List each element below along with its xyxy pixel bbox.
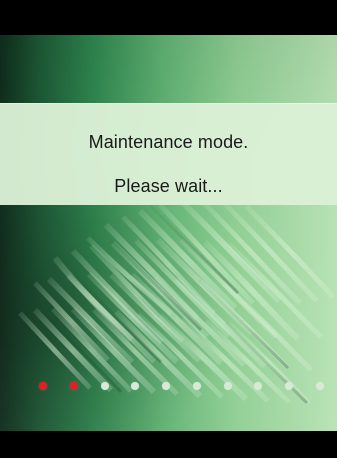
- leaf-pattern: [18, 198, 335, 405]
- progress-dot-inactive: [131, 382, 140, 390]
- progress-dot-active: [69, 382, 78, 390]
- progress-dot-inactive: [192, 382, 201, 390]
- green-wallpaper: [0, 35, 337, 431]
- bottom-black-bar: [0, 431, 337, 458]
- progress-dot-inactive: [162, 382, 171, 390]
- maintenance-message-line-2: Please wait...: [114, 175, 223, 196]
- progress-dot-inactive: [223, 382, 232, 390]
- maintenance-message-line-1: Maintenance mode.: [88, 131, 249, 152]
- leaf-streaks: [18, 198, 335, 405]
- progress-dot-inactive: [285, 382, 294, 390]
- progress-indicator: [39, 380, 324, 392]
- maintenance-screen: Maintenance mode. Please wait...: [0, 0, 337, 458]
- maintenance-message: Maintenance mode. Please wait...: [89, 109, 249, 197]
- progress-dot-inactive: [100, 382, 109, 390]
- progress-dot-active: [39, 382, 47, 390]
- maintenance-notice: Maintenance mode. Please wait...: [0, 103, 337, 205]
- progress-dot-inactive: [254, 382, 263, 390]
- progress-dot-inactive: [315, 382, 324, 390]
- top-black-bar: [0, 0, 337, 35]
